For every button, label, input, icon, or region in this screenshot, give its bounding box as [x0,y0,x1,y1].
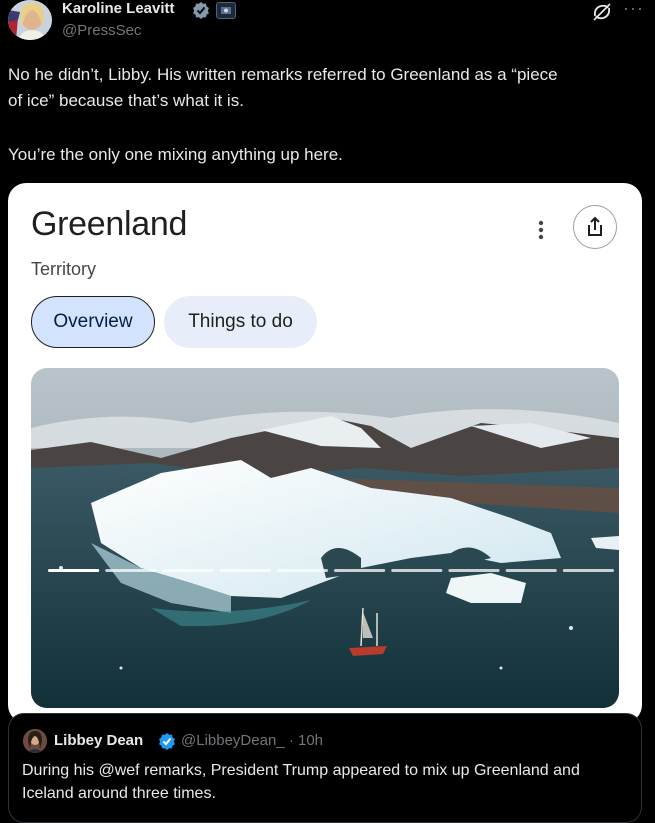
verified-badge-icon [158,732,176,750]
quoted-tweet-text: During his @wef remarks, President Trump… [22,759,632,805]
kebab-menu-icon [531,218,551,242]
card-title: Greenland [31,205,188,243]
quoted-text-line-2: Iceland around three times. [22,785,216,802]
share-icon [573,205,617,249]
quoted-handle-text: @LibbeyDean_ [181,732,285,749]
more-options-icon[interactable]: ··· [623,0,644,19]
tweet-text-line-1: No he didn’t, Libby. His written remarks… [8,65,558,84]
progress-segment [391,569,443,572]
avatar-image [8,0,52,40]
progress-segment [448,569,500,572]
tab-things-to-do: Things to do [164,296,317,348]
verified-badge-icon [192,1,210,19]
card-subtitle: Territory [31,259,97,279]
tweet-text-line-3: You’re the only one mixing anything up h… [8,145,343,164]
greenland-card-image[interactable]: Greenland Territory Overview Things to d… [8,183,642,723]
affiliation-badge-icon[interactable] [216,2,236,19]
author-handle[interactable]: @PressSec [62,22,141,39]
avatar[interactable] [8,0,52,40]
slideshow-progress [48,569,614,572]
progress-segment [105,569,157,572]
quoted-author-name[interactable]: Libbey Dean [54,732,143,749]
progress-segment [562,569,614,572]
tab-overview: Overview [31,296,155,348]
progress-segment [334,569,386,572]
quoted-author-handle[interactable]: @LibbeyDean_ · 10h [181,732,323,749]
author-name[interactable]: Karoline Leavitt [62,0,175,18]
progress-segment [276,569,328,572]
progress-segment [162,569,214,572]
quoted-text-line-1: During his @wef remarks, President Trump… [22,762,580,779]
grok-icon[interactable] [591,2,613,22]
quoted-avatar[interactable] [23,729,47,753]
progress-segment [505,569,557,572]
progress-segment [219,569,271,572]
tweet-text-line-2: of ice” because that’s what it is. [8,91,244,110]
iceberg-photo [31,368,619,708]
quoted-timestamp: · 10h [288,732,324,749]
progress-segment [48,569,100,572]
